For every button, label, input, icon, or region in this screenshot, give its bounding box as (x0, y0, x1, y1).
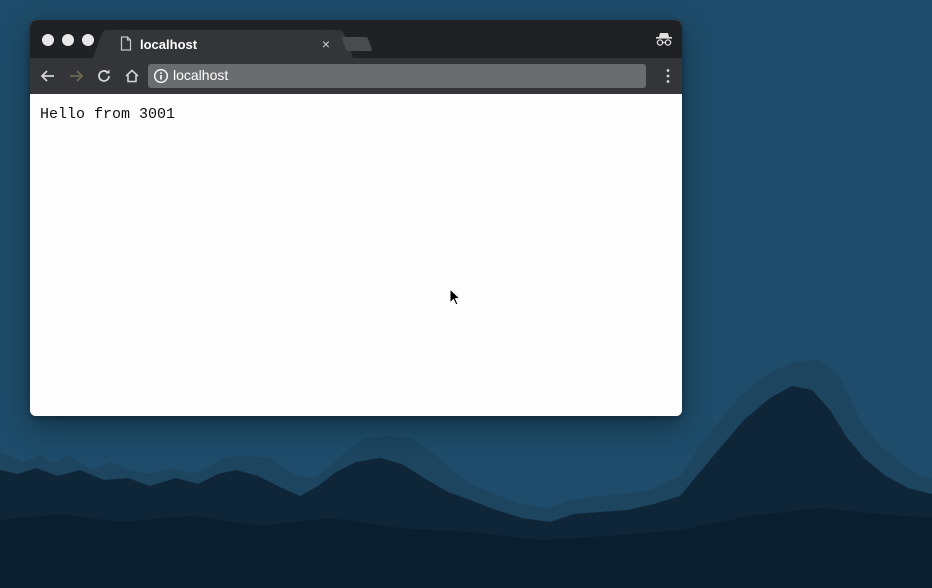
browser-window: localhost × localhost Hello from 3001 (30, 20, 682, 416)
title-bar: localhost × (30, 20, 682, 58)
reload-icon[interactable] (94, 66, 114, 86)
tab-localhost[interactable]: localhost × (108, 30, 338, 58)
incognito-icon (656, 32, 672, 51)
home-icon[interactable] (122, 66, 142, 86)
window-maximize-button[interactable] (82, 34, 94, 46)
mouse-cursor-icon (449, 287, 462, 311)
tab-close-button[interactable]: × (318, 36, 334, 52)
new-tab-button[interactable] (341, 37, 373, 51)
window-close-button[interactable] (42, 34, 54, 46)
forward-arrow-icon[interactable] (66, 66, 86, 86)
menu-icon[interactable] (666, 68, 670, 84)
window-minimize-button[interactable] (62, 34, 74, 46)
info-icon[interactable] (153, 68, 169, 89)
page-viewport: Hello from 3001 (30, 94, 682, 416)
page-icon (120, 36, 132, 56)
back-arrow-icon[interactable] (38, 66, 58, 86)
address-bar-url: localhost (173, 67, 229, 83)
browser-toolbar: localhost (30, 58, 682, 94)
tab-title: localhost (140, 37, 198, 52)
address-bar[interactable]: localhost (148, 64, 646, 88)
page-body-text: Hello from 3001 (40, 106, 176, 123)
